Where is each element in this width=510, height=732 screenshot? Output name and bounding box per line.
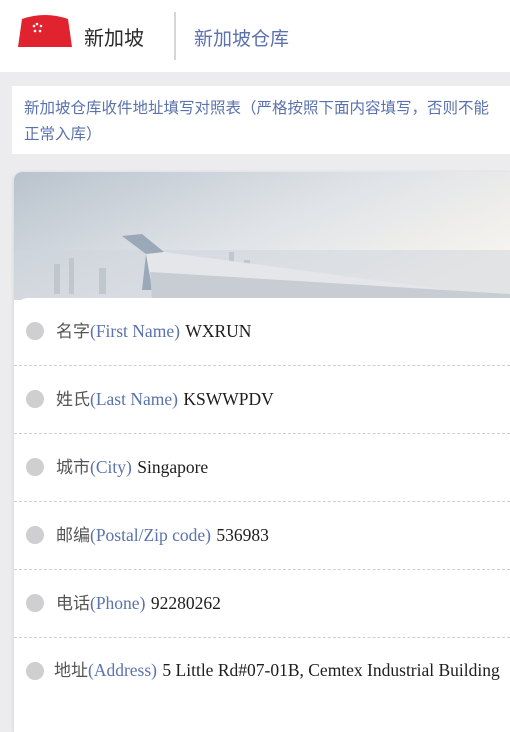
field-last-name: 姓氏(Last Name) KSWWPDV	[14, 366, 510, 434]
field-label: 城市	[56, 458, 90, 478]
field-label-en: (Last Name)	[90, 389, 178, 409]
address-card: 名字(First Name) WXRUN 姓氏(Last Name) KSWWP…	[14, 172, 510, 732]
bullet-icon	[26, 322, 44, 340]
field-first-name: 名字(First Name) WXRUN	[14, 298, 510, 366]
field-value[interactable]: Singapore	[137, 457, 208, 477]
field-label-en: (Phone)	[90, 593, 146, 613]
country-name: 新加坡	[84, 26, 144, 50]
bullet-icon	[26, 594, 44, 612]
bullet-icon	[26, 526, 44, 544]
field-city: 城市(City) Singapore	[14, 434, 510, 502]
field-label: 姓氏	[56, 390, 90, 410]
field-label-en: (City)	[90, 457, 132, 477]
field-phone: 电话(Phone) 92280262	[14, 570, 510, 638]
field-value[interactable]: WXRUN	[185, 321, 251, 341]
bullet-icon	[26, 662, 44, 680]
airplane-wing-banner	[14, 172, 510, 300]
field-label: 地址	[54, 661, 88, 681]
field-label-en: (First Name)	[90, 321, 180, 341]
header: 新加坡 新加坡仓库	[0, 0, 510, 72]
field-label-en: (Address)	[88, 660, 158, 680]
field-value[interactable]: 5 Little Rd#07-01B, Cemtex Industrial Bu…	[162, 660, 499, 680]
bullet-icon	[26, 458, 44, 476]
field-value[interactable]: KSWWPDV	[183, 389, 273, 409]
field-postal-code: 邮编(Postal/Zip code) 536983	[14, 502, 510, 570]
field-value[interactable]: 536983	[216, 525, 269, 545]
field-label: 名字	[56, 322, 90, 342]
field-label: 电话	[56, 594, 90, 614]
field-address: 地址(Address) 5 Little Rd#07-01B, Cemtex I…	[14, 638, 510, 732]
field-label-en: (Postal/Zip code)	[90, 525, 212, 545]
notice-text: 新加坡仓库收件地址填写对照表（严格按照下面内容填写，否则不能正常入库）	[12, 86, 510, 154]
bullet-icon	[26, 390, 44, 408]
warehouse-title[interactable]: 新加坡仓库	[194, 24, 289, 51]
field-value[interactable]: 92280262	[151, 593, 221, 613]
singapore-flag-icon	[18, 15, 72, 47]
header-divider	[174, 12, 176, 60]
field-list: 名字(First Name) WXRUN 姓氏(Last Name) KSWWP…	[14, 298, 510, 732]
field-label: 邮编	[56, 526, 90, 546]
